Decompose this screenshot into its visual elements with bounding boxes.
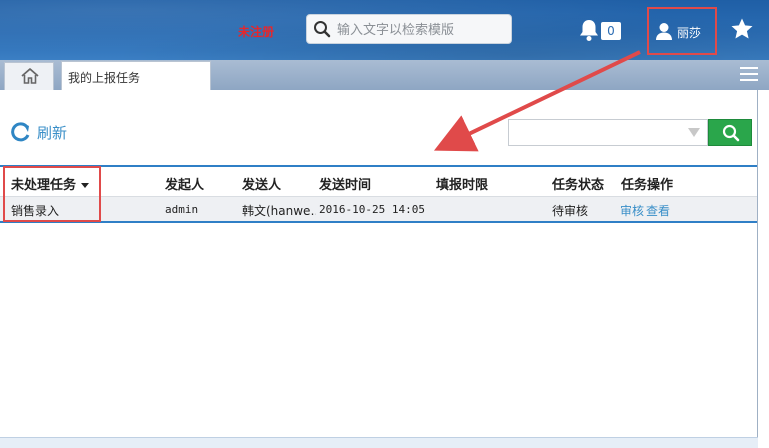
cell-sent-time: 2016-10-25 14:05 bbox=[319, 203, 425, 216]
hamburger-menu-icon[interactable] bbox=[740, 67, 758, 83]
column-header-deadline: 填报时限 bbox=[436, 178, 489, 193]
search-icon bbox=[722, 124, 740, 142]
main-content: 刷新 未处理任务 发起人 发送人 发送时间 填报时限 任务状态 任务操作 销售录… bbox=[0, 90, 758, 447]
user-menu[interactable]: 丽莎 bbox=[647, 7, 717, 55]
top-bar: 未注册 0 丽莎 bbox=[0, 0, 769, 60]
sort-down-icon bbox=[81, 183, 90, 188]
column-header-sent-time: 发送时间 bbox=[319, 178, 372, 193]
user-name: 丽莎 bbox=[677, 26, 702, 40]
column-header-sender: 发送人 bbox=[242, 178, 282, 193]
table-row[interactable]: 销售录入 admin 韩文(hanwe… 2016-10-25 14:05 待审… bbox=[0, 196, 758, 222]
table-top-border bbox=[0, 165, 758, 167]
column-header-status: 任务状态 bbox=[552, 178, 605, 193]
search-input[interactable] bbox=[335, 19, 509, 41]
cell-sender: 韩文(hanwe… bbox=[242, 204, 316, 218]
bell-icon[interactable] bbox=[578, 18, 600, 42]
user-icon bbox=[656, 23, 672, 40]
footer-bar bbox=[0, 437, 758, 448]
search-button[interactable] bbox=[708, 119, 752, 146]
cell-status: 待审核 bbox=[552, 204, 589, 218]
filter-combobox[interactable] bbox=[508, 119, 708, 146]
refresh-icon bbox=[11, 122, 30, 142]
tab-bar: 我的上报任务 bbox=[0, 60, 769, 90]
home-tab[interactable] bbox=[4, 62, 54, 90]
template-search[interactable] bbox=[306, 14, 512, 44]
column-header-pending-task[interactable]: 未处理任务 bbox=[11, 174, 90, 193]
view-link[interactable]: 查看 bbox=[646, 202, 670, 219]
right-border bbox=[757, 90, 758, 447]
cell-task: 销售录入 bbox=[11, 204, 60, 218]
star-icon[interactable] bbox=[730, 17, 754, 41]
notification-count-badge[interactable]: 0 bbox=[601, 22, 621, 40]
table-bottom-border bbox=[0, 221, 758, 223]
refresh-label: 刷新 bbox=[37, 124, 68, 142]
home-icon bbox=[21, 68, 39, 84]
unregistered-label[interactable]: 未注册 bbox=[238, 23, 274, 40]
review-link[interactable]: 审核 bbox=[620, 202, 644, 219]
tab-label: 我的上报任务 bbox=[68, 71, 141, 85]
refresh-button[interactable]: 刷新 bbox=[9, 120, 67, 146]
tab-my-report-tasks[interactable]: 我的上报任务 bbox=[61, 61, 211, 90]
dropdown-caret-icon[interactable] bbox=[688, 128, 700, 137]
cell-initiator: admin bbox=[165, 203, 199, 216]
column-header-initiator: 发起人 bbox=[165, 178, 205, 193]
search-icon bbox=[314, 21, 331, 38]
column-header-actions: 任务操作 bbox=[621, 178, 674, 193]
